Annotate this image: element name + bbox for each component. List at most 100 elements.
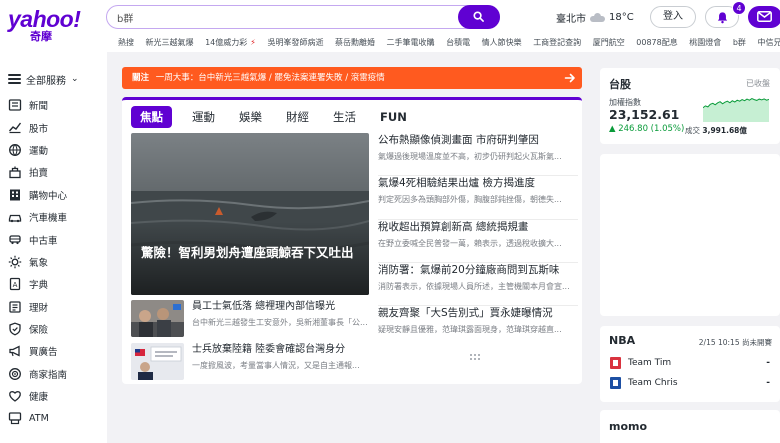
- trending-item[interactable]: 桃園燈會: [689, 38, 721, 47]
- trending-item[interactable]: b群: [733, 38, 746, 47]
- thumb-story[interactable]: 員工士氣低落 總裡理內部信曝光 台中新光三越發生工安意外，吳新湘董事長「公...: [131, 300, 369, 338]
- all-services-button[interactable]: 全部服務 ⌄: [8, 70, 100, 88]
- shield-icon: [9, 322, 21, 336]
- thumb-story[interactable]: 士兵放棄陸籍 陸委會確認台灣身分 一度掀風波，考量當事人情況，又是自主通報...: [131, 343, 369, 381]
- sidebar-item-auction[interactable]: 拍賣: [0, 161, 107, 183]
- sidebar-item-dictionary[interactable]: A 字典: [0, 273, 107, 295]
- trending-item[interactable]: 二手筆電收購: [387, 38, 435, 47]
- sidebar-item-sports[interactable]: 運動: [0, 139, 107, 161]
- sidebar-item-label: 股市: [29, 123, 49, 135]
- more-grid-icon[interactable]: [469, 353, 481, 365]
- team-row[interactable]: Team Tim -: [610, 356, 770, 370]
- alert-text: 一周大事：台中新光三越氣爆 / 罷免法案連署失敗 / 滾雷疫情: [155, 73, 385, 83]
- story-summary: 疑現安靜且優雅，范瑋琪露面現身，范瑋琪穿越直...: [378, 325, 562, 335]
- volume-label: 成交: [685, 126, 700, 135]
- tab-entertainment[interactable]: 娛樂: [239, 106, 262, 128]
- auction-hammer-icon: [9, 166, 21, 179]
- story-summary: 在野立委喊全民普發一萬，賴表示，透過稅收擴大...: [378, 238, 562, 248]
- sidebar-item-used-cars[interactable]: 中古車: [0, 228, 107, 250]
- sidebar-item-label: 買廣告: [29, 347, 58, 359]
- trending-item[interactable]: 14億威力彩: [205, 38, 247, 47]
- sidebar-item-business-guide[interactable]: 商家指南: [0, 363, 107, 385]
- sidebar-item-weather[interactable]: 氣象: [0, 251, 107, 273]
- story-summary: 判定死因多為頭胸部外傷，胸腹部鈍挫傷，朝德失...: [378, 195, 562, 205]
- search-input[interactable]: [117, 9, 447, 25]
- trending-item[interactable]: 中信兄弟: [757, 38, 780, 47]
- market-status: 已收盤: [746, 79, 770, 88]
- tab-finance[interactable]: 財經: [286, 106, 309, 128]
- story-headline: 親友齊聚「大S告別式」賈永婕曝情況: [378, 307, 553, 320]
- trending-item[interactable]: 厦門航空: [593, 38, 625, 47]
- team-row[interactable]: Team Chris -: [610, 376, 770, 390]
- sidebar-item-atm[interactable]: ATM: [0, 407, 107, 429]
- sidebar-item-stocks[interactable]: 股市: [0, 116, 107, 138]
- heart-icon: [9, 391, 21, 402]
- sidebar-item-autos[interactable]: 汽車機車: [0, 206, 107, 228]
- mail-button[interactable]: [748, 6, 780, 28]
- sidebar-item-label: 字典: [29, 280, 49, 292]
- list-item[interactable]: 親友齊聚「大S告別式」賈永婕曝情況 疑現安靜且優雅，范瑋琪露面現身，范瑋琪穿越直…: [378, 306, 578, 349]
- trending-item[interactable]: 蔡岳勳離婚: [335, 38, 375, 47]
- hero-title: 驚險！智利男划舟遭座頭鯨吞下又吐出: [141, 245, 354, 260]
- sparkline-area: [703, 98, 769, 122]
- nba-widget[interactable]: NBA 2/15 10:15 尚未開賽 Team Tim - Team Chri…: [600, 326, 780, 402]
- sun-icon: [8, 255, 22, 268]
- menu-icon: [8, 74, 21, 84]
- target-icon: [9, 367, 21, 380]
- sidebar-item-label: 拍賣: [29, 168, 49, 180]
- lightning-icon: ⚡: [250, 38, 256, 47]
- tab-life[interactable]: 生活: [333, 106, 356, 128]
- story-summary: 消防署表示，依據現場人員所述，主管機關本月會宣...: [378, 281, 570, 291]
- team-logo-icon: [610, 377, 621, 389]
- tab-sports[interactable]: 運動: [192, 106, 215, 128]
- car-icon: [8, 214, 22, 223]
- sidebar-item-label: 運動: [29, 145, 49, 157]
- yahoo-logo[interactable]: yahoo! 奇摩: [8, 8, 82, 46]
- story-summary: 台中新光三越發生工安意外，吳新湘董事長「公...: [192, 318, 368, 327]
- sidebar-item-insurance[interactable]: 保險: [0, 318, 107, 340]
- trending-item[interactable]: 工商登記查詢: [533, 38, 581, 47]
- trending-item[interactable]: 吳明峯發師病逝: [267, 38, 323, 47]
- story-headline: 士兵放棄陸籍 陸委會確認台灣身分: [192, 344, 346, 355]
- trending-item[interactable]: 00878配息: [636, 38, 677, 47]
- weather-widget[interactable]: 臺北市 18°C: [556, 10, 634, 25]
- breaking-news-bar[interactable]: 關注 一周大事：台中新光三越氣爆 / 罷免法案連署失敗 / 滾雷疫情: [122, 67, 582, 89]
- sidebar-item-health[interactable]: 健康: [0, 385, 107, 407]
- story-headline: 公布熱顯像偵測畫面 市府研判肇因: [378, 134, 539, 146]
- story-headline: 員工士氣低落 總裡理內部信曝光: [192, 301, 336, 312]
- trending-item[interactable]: 熱搜: [118, 38, 134, 47]
- trending-item[interactable]: 情人節快樂: [482, 38, 522, 47]
- dictionary-icon: A: [9, 277, 21, 291]
- trending-item[interactable]: 新光三越氣爆: [146, 38, 194, 47]
- arrow-right-icon: [564, 73, 575, 83]
- news-icon: [8, 99, 22, 111]
- login-button[interactable]: 登入: [650, 6, 696, 28]
- sidebar-item-news[interactable]: 新聞: [0, 94, 107, 116]
- list-item[interactable]: 消防署：氣爆前20分鐘廠商問到瓦斯味 消防署表示，依據現場人員所述，主管機關本月…: [378, 263, 578, 307]
- mail-icon: [757, 11, 772, 22]
- list-item[interactable]: 公布熱顯像偵測畫面 市府研判肇因 氣爆過後現場溫度並不高，初步仍研判起火瓦斯氣.…: [378, 133, 578, 177]
- momo-widget[interactable]: momo: [600, 410, 780, 443]
- sidebar-item-advertise[interactable]: 買廣告: [0, 340, 107, 362]
- notifications-button[interactable]: 4: [705, 1, 746, 28]
- weather-temp: 18°C: [609, 12, 634, 23]
- svg-text:A: A: [13, 281, 18, 289]
- stock-widget[interactable]: 台股 已收盤 加權指數 23,152.61 ▲ 246.80 (1.05%) 成…: [600, 68, 780, 144]
- list-item[interactable]: 稅收超出預算創新高 總統揭規畫 在野立委喊全民普發一萬，賴表示，透過稅收擴大..…: [378, 220, 578, 263]
- bell-icon: [717, 12, 728, 24]
- hero-story[interactable]: 驚險！智利男划舟遭座頭鯨吞下又吐出: [131, 133, 369, 295]
- search-button[interactable]: [458, 5, 500, 29]
- story-thumbnail: [131, 300, 184, 337]
- team-name: Team Tim: [628, 358, 672, 368]
- story-headline: 稅收超出預算創新高 總統揭規畫: [378, 220, 529, 233]
- news-tabs: 焦點 運動 娛樂 財經 生活 FUN: [131, 106, 431, 128]
- tab-fun[interactable]: FUN: [380, 106, 407, 128]
- tab-highlights[interactable]: 焦點: [131, 106, 172, 128]
- news-module: 焦點 運動 娛樂 財經 生活 FUN 驚險！智利男划舟遭座頭鯨吞下又吐出 公布熱…: [122, 97, 582, 384]
- sidebar-item-label: 理財: [29, 302, 49, 314]
- list-item[interactable]: 氣爆4死相驗結果出爐 檢方揭進度 判定死因多為頭胸部外傷，胸腹部鈍挫傷，朝德失.…: [378, 176, 578, 220]
- sidebar-item-label: 購物中心: [29, 190, 68, 202]
- sidebar-item-finance[interactable]: 理財: [0, 296, 107, 318]
- sidebar-item-shopping[interactable]: 購物中心: [0, 184, 107, 206]
- trending-item[interactable]: 台積電: [446, 38, 470, 47]
